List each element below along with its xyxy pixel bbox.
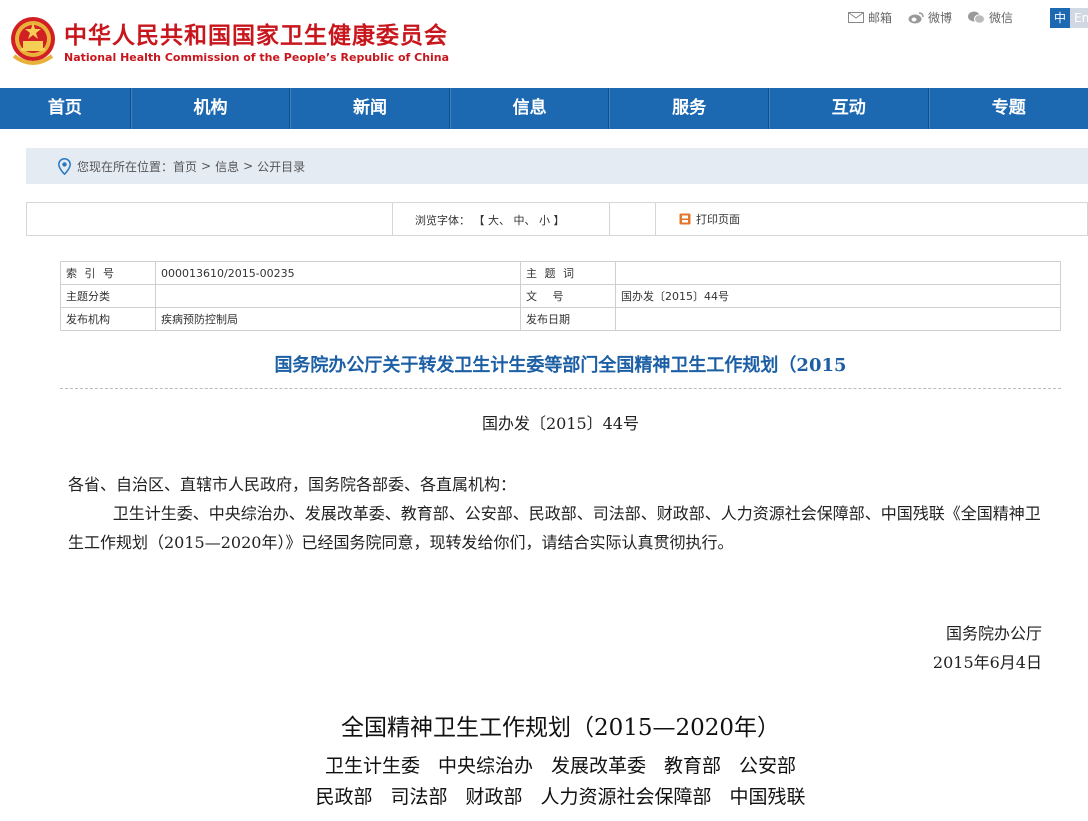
site-title-cn[interactable]: 中华人民共和国国家卫生健康委员会 xyxy=(64,16,448,50)
wechat-label: 微信 xyxy=(989,11,1014,25)
bracket-close: 】 xyxy=(553,214,565,227)
site-header: 中华人民共和国国家卫生健康委员会 National Health Commiss… xyxy=(0,0,1088,88)
department-name: 中国残联 xyxy=(729,786,806,808)
department-name: 中央综治办 xyxy=(437,755,533,777)
article-title: 国务院办公厅关于转发卫生计生委等部门全国精神卫生工作规划（2015 xyxy=(274,355,847,376)
department-name: 民政部 xyxy=(315,786,373,808)
article-toolbar: 浏览字体： 【 大、 中、 小 】 打印页面 xyxy=(26,202,1088,236)
toolbar-divider xyxy=(609,203,610,235)
bracket-open: 【 xyxy=(473,214,485,227)
nav-item-information[interactable]: 信息 xyxy=(449,88,610,129)
national-emblem-icon[interactable] xyxy=(8,12,58,68)
breadcrumb-prefix: 您现在所在位置： xyxy=(77,159,174,174)
breadcrumb-catalog[interactable]: 公开目录 xyxy=(257,158,305,175)
font-size-switcher: 浏览字体： 【 大、 中、 小 】 xyxy=(415,214,565,227)
sign-date: 2015年6月4日 xyxy=(932,653,1042,672)
department-name: 教育部 xyxy=(664,755,722,777)
nav-item-interaction[interactable]: 互动 xyxy=(768,88,929,129)
department-name: 人力资源社会保障部 xyxy=(540,786,712,808)
font-size-label: 浏览字体： xyxy=(415,214,470,227)
location-pin-icon xyxy=(58,157,71,175)
signature-block: 国务院办公厅 2015年6月4日 xyxy=(933,619,1042,677)
breadcrumb: 您现在所在位置： 首页 > 信息 > 公开目录 xyxy=(26,148,1088,184)
keyword-label: 主 题 词 xyxy=(520,261,616,285)
keyword-value xyxy=(615,261,1061,285)
department-name: 司法部 xyxy=(390,786,448,808)
body-paragraph: 卫生计生委、中央综治办、发展改革委、教育部、公安部、民政部、司法部、财政部、人力… xyxy=(68,504,1041,552)
print-icon xyxy=(679,213,691,225)
title-divider xyxy=(60,388,1061,389)
category-label: 主题分类 xyxy=(60,284,156,308)
publisher-value: 疾病预防控制局 xyxy=(155,307,521,331)
mail-icon xyxy=(848,12,864,23)
plan-departments-line-2: 民政部 司法部 财政部 人力资源社会保障部 中国残联 xyxy=(60,782,1061,809)
table-row: 发布机构 疾病预防控制局 发布日期 xyxy=(60,307,1061,331)
department-name: 公安部 xyxy=(739,755,797,777)
toolbar-divider xyxy=(655,203,656,235)
wechat-link[interactable]: 微信 xyxy=(968,9,1013,26)
date-label: 发布日期 xyxy=(520,307,616,331)
table-row: 索 引 号 000013610/2015-00235 主 题 词 xyxy=(60,261,1061,285)
index-value: 000013610/2015-00235 xyxy=(155,261,521,285)
weibo-icon xyxy=(908,11,924,23)
site-title-en: National Health Commission of the People… xyxy=(64,51,450,64)
docno-label-text: 文 号 xyxy=(526,290,564,303)
nav-item-home[interactable]: 首页 xyxy=(0,88,131,129)
weibo-label: 微博 xyxy=(928,11,953,25)
department-name: 发展改革委 xyxy=(550,755,646,777)
language-switch: 中 En xyxy=(1050,8,1088,28)
nav-item-topics[interactable]: 专题 xyxy=(928,88,1088,129)
breadcrumb-separator: > xyxy=(201,159,212,173)
category-value xyxy=(155,284,521,308)
table-row: 主题分类 文 号 国办发〔2015〕44号 xyxy=(60,284,1061,308)
plan-title: 全国精神卫生工作规划（2015—2020年） xyxy=(340,715,781,741)
document-metadata-table: 索 引 号 000013610/2015-00235 主 题 词 主题分类 文 … xyxy=(60,261,1061,331)
document-number: 国办发〔2015〕44号 xyxy=(481,414,640,433)
nav-item-organization[interactable]: 机构 xyxy=(130,88,291,129)
breadcrumb-separator: > xyxy=(243,159,254,173)
lang-english[interactable]: En xyxy=(1070,8,1088,28)
header-tools: 邮箱 微博 微信 xyxy=(848,9,1029,26)
signer: 国务院办公厅 xyxy=(945,624,1042,643)
department-name: 卫生计生委 xyxy=(324,755,420,777)
department-name: 财政部 xyxy=(465,786,523,808)
plan-departments-line-1: 卫生计生委 中央综治办 发展改革委 教育部 公安部 xyxy=(60,751,1061,778)
wechat-icon xyxy=(968,11,986,24)
lang-chinese[interactable]: 中 xyxy=(1050,8,1071,28)
toolbar-divider xyxy=(392,203,393,235)
docno-value: 国办发〔2015〕44号 xyxy=(615,284,1061,308)
docno-label: 文 号 xyxy=(520,284,616,308)
article-body: 各省、自治区、直辖市人民政府，国务院各部委、各直属机构： 卫生计生委、中央综治办… xyxy=(68,470,1054,557)
main-nav: 首页 机构 新闻 信息 服务 互动 专题 xyxy=(0,88,1088,129)
weibo-link[interactable]: 微博 xyxy=(908,9,952,26)
nav-item-news[interactable]: 新闻 xyxy=(290,88,450,129)
font-size-small[interactable]: 小 xyxy=(539,214,550,227)
publisher-label: 发布机构 xyxy=(60,307,156,331)
breadcrumb-home[interactable]: 首页 xyxy=(173,158,197,175)
mail-label: 邮箱 xyxy=(868,11,893,25)
date-value xyxy=(615,307,1061,331)
print-page-button[interactable]: 打印页面 xyxy=(679,211,740,227)
font-size-medium[interactable]: 中 xyxy=(514,214,525,227)
salutation: 各省、自治区、直辖市人民政府，国务院各部委、各直属机构： xyxy=(68,475,517,494)
nav-item-services[interactable]: 服务 xyxy=(609,88,769,129)
font-size-large[interactable]: 大 xyxy=(488,214,499,227)
print-label: 打印页面 xyxy=(696,213,740,226)
index-label: 索 引 号 xyxy=(60,261,156,285)
mail-link[interactable]: 邮箱 xyxy=(848,9,892,26)
breadcrumb-information[interactable]: 信息 xyxy=(215,158,239,175)
